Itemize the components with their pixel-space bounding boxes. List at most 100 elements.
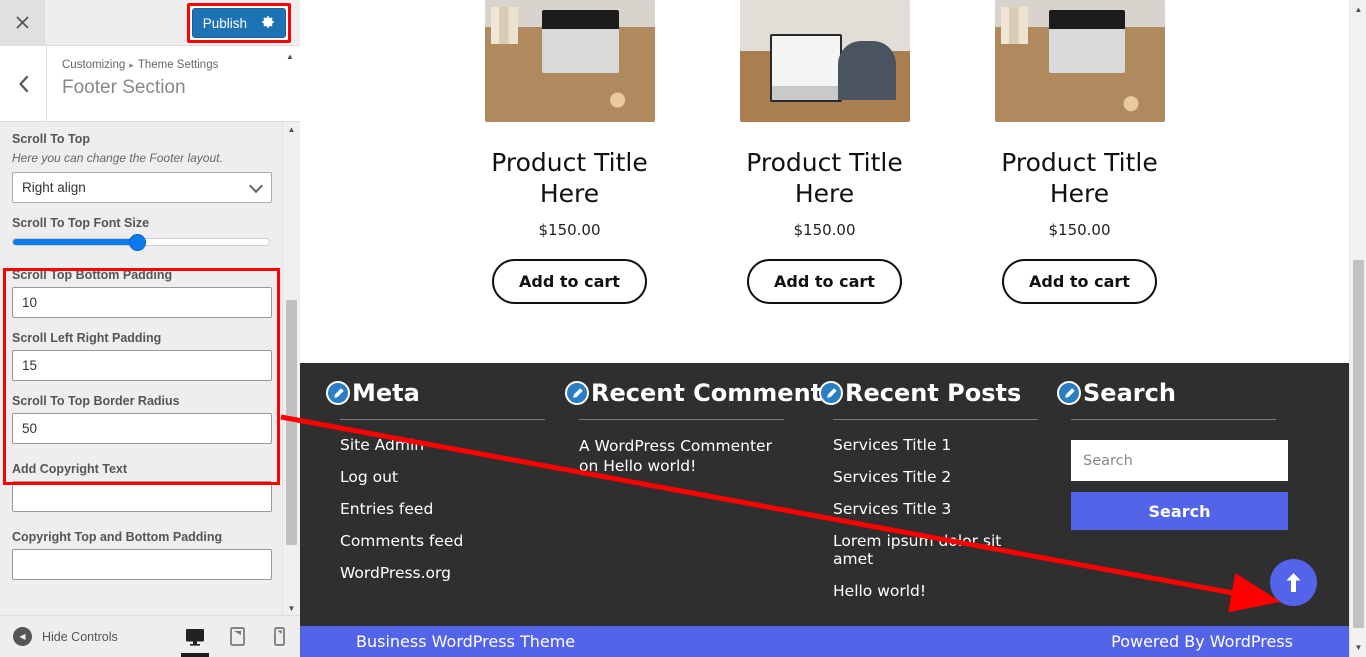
tablet-icon [229,627,245,646]
hide-controls-button[interactable]: ◀ Hide Controls [13,627,118,646]
preview-scroll-up-arrow-icon[interactable]: ▲ [1350,2,1366,17]
product-image[interactable] [739,0,910,122]
product-title[interactable]: Product Title Here [973,148,1186,209]
product-card: Product Title Here $150.00 Add to cart [463,0,676,363]
preview-scrollbar-thumb[interactable] [1353,260,1364,628]
preview-scrollbar[interactable]: ▲ ▼ [1349,0,1366,657]
scroll-up-arrow-icon[interactable]: ▲ [283,122,300,136]
device-mobile-button[interactable] [258,616,300,657]
search-submit-button[interactable]: Search [1071,492,1288,530]
widget-divider [579,419,784,420]
breadcrumb-parent[interactable]: Theme Settings [138,59,219,71]
widget-meta: Meta Site Admin Log out Entries feed Com… [326,379,565,614]
list-item[interactable]: Hello world! [833,582,1037,600]
device-preview-buttons [174,616,300,657]
widget-divider [833,419,1038,420]
control-copyright-top-bottom-padding: Copyright Top and Bottom Padding [12,530,276,580]
widget-title: Recent Comments [591,379,837,407]
search-input[interactable] [1071,440,1288,481]
widget-title: Search [1083,379,1176,407]
list-item[interactable]: Log out [340,468,545,486]
product-card: Product Title Here $150.00 Add to cart [718,0,931,363]
footer-widgets: Meta Site Admin Log out Entries feed Com… [300,363,1349,614]
site-preview: Product Title Here $150.00 Add to cart P… [300,0,1366,657]
list-item[interactable]: WordPress.org [340,564,545,582]
product-image[interactable] [994,0,1165,122]
copyright-left-text: Business WordPress Theme [356,632,576,651]
list-item[interactable]: Comments feed [340,532,545,550]
widget-heading: Recent Comments [565,379,836,407]
product-price: $150.00 [538,221,601,239]
device-tablet-button[interactable] [216,616,258,657]
control-label: Add Copyright Text [12,462,128,476]
widget-title: Meta [352,379,420,407]
products-row: Product Title Here $150.00 Add to cart P… [300,0,1349,363]
list-item[interactable]: Services Title 3 [833,500,1037,518]
control-add-copyright-text: Add Copyright Text [12,462,276,512]
recent-posts-list: Services Title 1 Services Title 2 Servic… [819,436,1037,600]
sidebar-scroll-up-arrow[interactable]: ▲ [282,49,298,63]
sidebar-scrollbar-thumb[interactable] [286,300,297,545]
edit-pencil-icon[interactable] [819,381,843,405]
sidebar-scrollbar[interactable]: ▲ ▼ [282,122,299,615]
product-price: $150.00 [1048,221,1111,239]
customizer-panel-header: Customizing ▸ Theme Settings Footer Sectio… [0,46,300,122]
control-label: Scroll Left Right Padding [12,331,162,345]
control-scroll-to-top-font-size: Scroll To Top Font Size [12,216,276,251]
product-image[interactable] [484,0,655,122]
edit-pencil-icon[interactable] [1057,381,1081,405]
preview-scroll-down-arrow-icon[interactable]: ▼ [1350,640,1366,655]
breadcrumb: Customizing ▸ Theme Settings [62,59,218,71]
list-item[interactable]: Lorem ipsum dolor sit amet [833,532,1037,568]
customizer-footer: ◀ Hide Controls [0,615,300,657]
mobile-icon [273,627,285,646]
widget-heading: Meta [326,379,545,407]
site-footer: Meta Site Admin Log out Entries feed Com… [300,363,1349,626]
add-to-cart-button[interactable]: Add to cart [492,259,647,304]
scroll-top-bottom-padding-input[interactable] [12,287,272,318]
edit-pencil-icon[interactable] [326,381,350,405]
list-item[interactable]: Site Admin [340,436,545,454]
product-title[interactable]: Product Title Here [463,148,676,209]
product-title[interactable]: Product Title Here [718,148,931,209]
control-scroll-top-bottom-padding: Scroll Top Bottom Padding [12,268,276,318]
chevron-left-circle-icon: ◀ [13,627,32,646]
breadcrumb-root[interactable]: Customizing [62,59,125,71]
back-button[interactable] [0,46,47,121]
close-customizer-button[interactable] [0,0,45,45]
widget-recent-comments: Recent Comments A WordPress Commenter on… [565,379,836,614]
scroll-to-top-button[interactable] [1270,559,1317,606]
desktop-icon [186,628,204,646]
list-item[interactable]: Services Title 2 [833,468,1037,486]
device-desktop-button[interactable] [174,616,216,657]
meta-links-list: Site Admin Log out Entries feed Comments… [326,436,545,582]
chevron-left-icon [18,75,28,92]
publish-button[interactable]: Publish [191,8,286,38]
control-scroll-to-top-border-radius: Scroll To Top Border Radius [12,394,276,444]
customizer-sidebar: Publish Customizing ▸ Theme Settings Foo… [0,0,300,657]
close-icon [15,16,29,29]
page-title: Footer Section [62,77,186,98]
product-price: $150.00 [793,221,856,239]
font-size-slider[interactable] [12,234,270,251]
widget-divider [1071,419,1276,420]
control-scroll-left-right-padding: Scroll Left Right Padding [12,331,276,381]
list-item[interactable]: Entries feed [340,500,545,518]
scroll-to-top-align-select[interactable]: Right align [12,172,272,203]
control-label: Copyright Top and Bottom Padding [12,530,223,544]
customizer-header: Publish [0,0,300,46]
list-item[interactable]: Services Title 1 [833,436,1037,454]
copyright-top-bottom-padding-input[interactable] [12,549,272,580]
scroll-to-top-border-radius-input[interactable] [12,413,272,444]
breadcrumb-separator-icon: ▸ [129,60,134,70]
recent-comment-item[interactable]: A WordPress Commenter on Hello world! [565,436,780,476]
edit-pencil-icon[interactable] [565,381,589,405]
gear-icon[interactable] [261,15,275,31]
scroll-left-right-padding-input[interactable] [12,350,272,381]
copyright-right-text: Powered By WordPress [1111,632,1293,651]
slider-thumb[interactable] [128,234,146,251]
add-copyright-text-input[interactable] [12,481,272,512]
add-to-cart-button[interactable]: Add to cart [1002,259,1157,304]
add-to-cart-button[interactable]: Add to cart [747,259,902,304]
scroll-down-arrow-icon[interactable]: ▼ [283,601,300,615]
